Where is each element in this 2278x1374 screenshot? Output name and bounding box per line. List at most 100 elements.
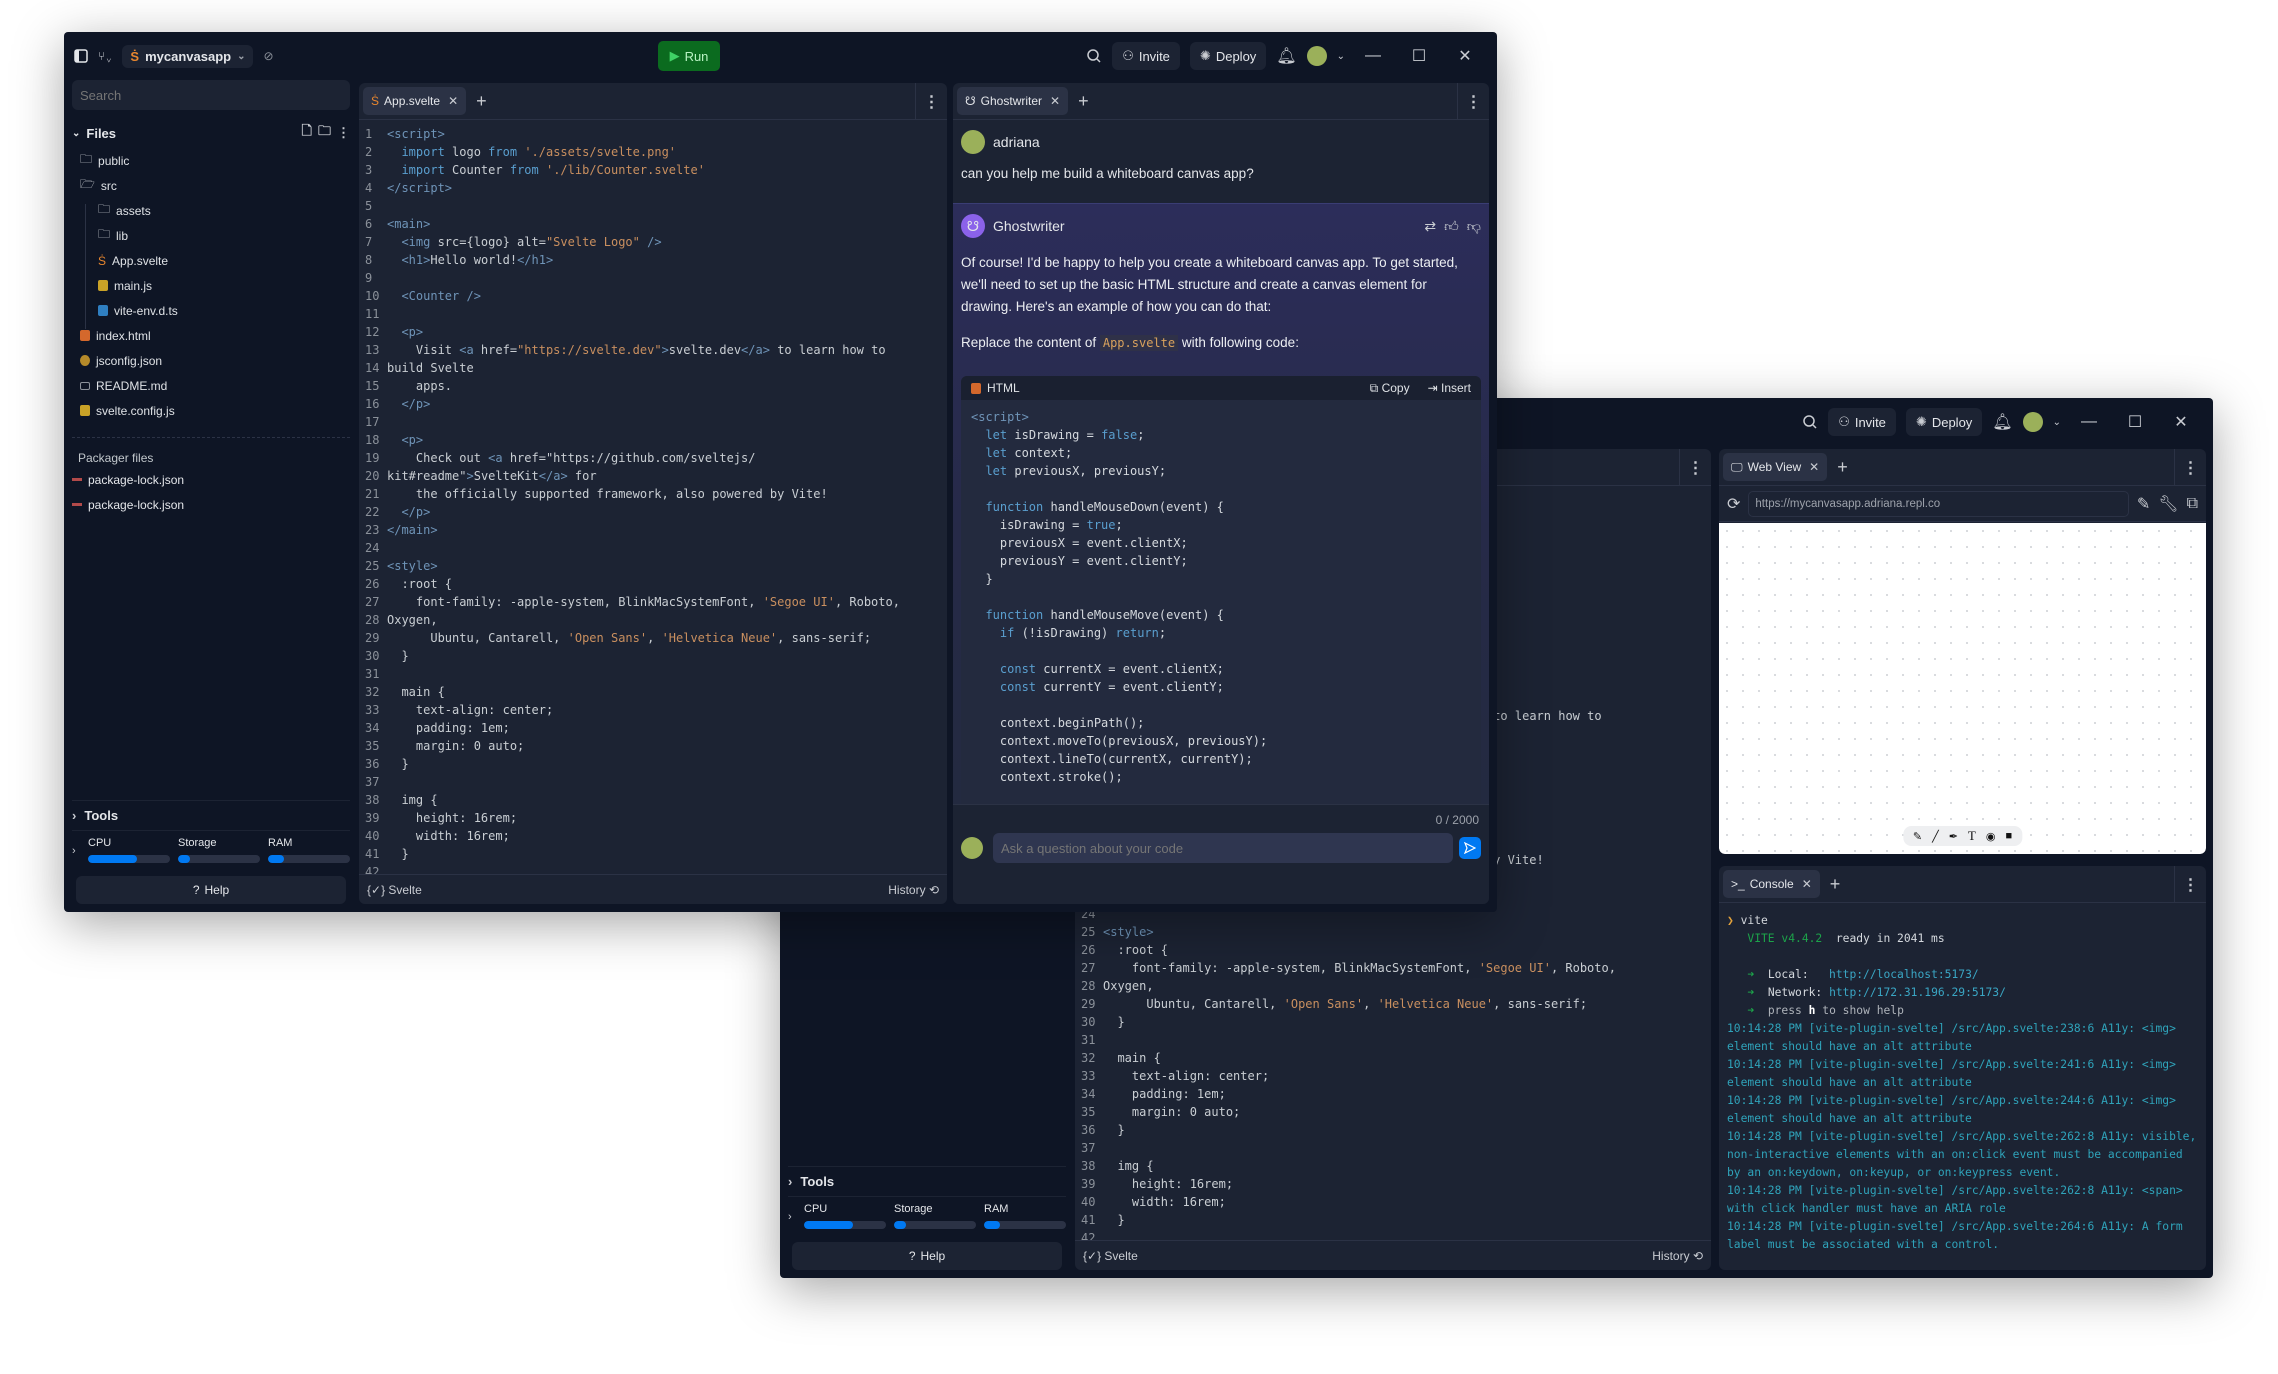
run-button[interactable]: ▶ Run: [658, 41, 720, 71]
close-tab-icon[interactable]: ✕: [1050, 94, 1060, 108]
file-item[interactable]: svelte.config.js: [72, 398, 350, 423]
packager-file-item[interactable]: package-lock.json: [72, 467, 350, 492]
line-number: 16: [365, 397, 380, 411]
marker-tool-icon[interactable]: ✒: [1949, 830, 1958, 843]
cloud-sync-icon[interactable]: ⊘: [263, 49, 273, 63]
chevron-down-icon[interactable]: ⌄: [2053, 417, 2061, 428]
pencil-icon[interactable]: ✎: [2137, 494, 2150, 514]
add-tab-button[interactable]: +: [476, 91, 487, 112]
file-item[interactable]: 🗀︎ assets: [72, 198, 350, 223]
close-tab-icon[interactable]: ✕: [1809, 460, 1819, 474]
minimize-button[interactable]: —: [1355, 47, 1391, 65]
line-content: font-family: -apple-system, BlinkMacSyst…: [387, 595, 900, 609]
close-window-button[interactable]: ✕: [2163, 412, 2199, 432]
thumbs-down-icon[interactable]: 👎︎: [1467, 218, 1481, 235]
user-avatar[interactable]: [2022, 412, 2043, 432]
tab-console[interactable]: >_ Console ✕: [1723, 870, 1820, 898]
tab-ghostwriter[interactable]: ☋ Ghostwriter ✕: [957, 87, 1069, 115]
file-item[interactable]: main.js: [72, 273, 350, 298]
refresh-icon[interactable]: ⟳: [1727, 494, 1740, 514]
line-number: 1: [365, 127, 373, 141]
insert-button[interactable]: ⇥ Insert: [1428, 381, 1471, 395]
close-tab-icon[interactable]: ✕: [1802, 877, 1812, 891]
thumbs-up-icon[interactable]: 👍︎: [1444, 218, 1459, 235]
history-button[interactable]: History ⟲: [1652, 1249, 1703, 1263]
url-input[interactable]: [1748, 490, 2129, 517]
resource-usage[interactable]: › CPU Storage RAM: [788, 1197, 1066, 1229]
text-tool-icon[interactable]: T: [1968, 828, 1976, 844]
chat-input[interactable]: [993, 833, 1453, 863]
code-editor[interactable]: 1 <script> 2 import logo from './assets/sv…: [359, 125, 947, 874]
close-window-button[interactable]: ✕: [1447, 46, 1483, 66]
tools-toggle[interactable]: › Tools: [72, 801, 350, 831]
line-number: 33: [365, 703, 380, 717]
help-button[interactable]: ? Help: [792, 1242, 1062, 1270]
branch-icon[interactable]: ⑂⌄: [98, 49, 112, 63]
deploy-button[interactable]: ✺ Deploy: [1189, 42, 1267, 70]
more-options-icon[interactable]: ⋮: [1457, 83, 1489, 120]
sidebar-toggle-icon[interactable]: [74, 49, 88, 63]
ram-bar: [984, 1221, 1066, 1229]
minimize-button[interactable]: —: [2071, 413, 2107, 431]
regenerate-icon[interactable]: ⇄: [1424, 218, 1436, 235]
tab-web-view[interactable]: 🖵︎ Web View ✕: [1723, 453, 1828, 481]
chevron-down-icon[interactable]: ⌄: [1337, 51, 1345, 62]
add-tab-button[interactable]: +: [1078, 91, 1089, 112]
search-input[interactable]: [72, 80, 350, 110]
copy-button[interactable]: ⧉ Copy: [1370, 381, 1410, 396]
add-tab-button[interactable]: +: [1837, 457, 1848, 478]
wrench-icon[interactable]: 🔧︎: [2158, 494, 2178, 514]
file-item[interactable]: jsconfig.json: [72, 348, 350, 373]
palette-icon[interactable]: ◉: [1986, 830, 1996, 843]
search-icon[interactable]: [1086, 48, 1102, 64]
trash-icon[interactable]: ■: [2005, 830, 2012, 842]
search-icon[interactable]: [1802, 414, 1818, 430]
maximize-button[interactable]: ☐: [1401, 46, 1437, 66]
new-file-icon[interactable]: 🗋︎: [302, 122, 312, 144]
line-tool-icon[interactable]: ╱: [1932, 830, 1939, 843]
send-button[interactable]: [1459, 837, 1481, 859]
more-options-icon[interactable]: ⋮: [1679, 449, 1711, 486]
line-content: Oxygen,: [387, 613, 438, 627]
file-item[interactable]: Ṡ App.svelte: [72, 248, 350, 273]
language-indicator[interactable]: {✓} Svelte: [1083, 1249, 1138, 1263]
file-item[interactable]: 🗁︎ src: [72, 173, 350, 198]
chevron-right-icon: ›: [788, 1174, 793, 1189]
add-tab-button[interactable]: +: [1830, 874, 1841, 895]
packager-file-item[interactable]: package-lock.json: [72, 492, 350, 517]
external-link-icon[interactable]: ⧉: [2187, 495, 2198, 513]
more-options-icon[interactable]: ⋮: [2174, 449, 2206, 486]
whiteboard-canvas[interactable]: ✎ ╱ ✒ T ◉ ■: [1719, 523, 2206, 854]
more-options-icon[interactable]: ⋮: [337, 125, 350, 141]
file-item[interactable]: README.md: [72, 373, 350, 398]
more-options-icon[interactable]: ⋮: [915, 83, 947, 120]
resource-usage[interactable]: › CPU Storage RAM: [72, 831, 350, 863]
deploy-button[interactable]: ✺ Deploy: [1905, 408, 1983, 436]
file-item[interactable]: 🗀︎ lib: [72, 223, 350, 248]
history-button[interactable]: History ⟲: [888, 883, 939, 897]
files-header[interactable]: ⌄ Files 🗋︎ 🗀︎ ⋮: [72, 118, 350, 148]
line-number: 37: [365, 775, 380, 789]
new-folder-icon[interactable]: 🗀︎: [318, 122, 331, 144]
bell-icon[interactable]: 🔔︎: [1992, 412, 2012, 432]
file-item[interactable]: vite-env.d.ts: [72, 298, 350, 323]
help-button[interactable]: ? Help: [76, 876, 346, 904]
maximize-button[interactable]: ☐: [2117, 412, 2153, 432]
pencil-tool-icon[interactable]: ✎: [1913, 830, 1922, 843]
invite-button[interactable]: ⚇ Invite: [1828, 408, 1896, 436]
bell-icon[interactable]: 🔔︎: [1276, 46, 1296, 66]
more-options-icon[interactable]: ⋮: [2174, 866, 2206, 903]
file-item[interactable]: index.html: [72, 323, 350, 348]
tools-toggle[interactable]: › Tools: [788, 1167, 1066, 1197]
file-item[interactable]: 🗀︎ public: [72, 148, 350, 173]
project-switcher[interactable]: Ṡmycanvasapp ⌄: [122, 44, 254, 68]
tab-app-svelte[interactable]: Ṡ App.svelte ✕: [363, 87, 467, 115]
console-output[interactable]: ❯ vite VITE v4.4.2 ready in 2041 ms ➜ Lo…: [1719, 908, 2206, 1270]
line-content: main {: [387, 685, 445, 699]
invite-button[interactable]: ⚇ Invite: [1112, 42, 1180, 70]
code-line: 32 main {: [1075, 1049, 1711, 1067]
language-indicator[interactable]: {✓} Svelte: [367, 883, 422, 897]
tools-section: › Tools › CPU Storage RAM ? Help: [72, 800, 350, 904]
close-tab-icon[interactable]: ✕: [448, 94, 458, 108]
user-avatar[interactable]: [1306, 46, 1327, 66]
